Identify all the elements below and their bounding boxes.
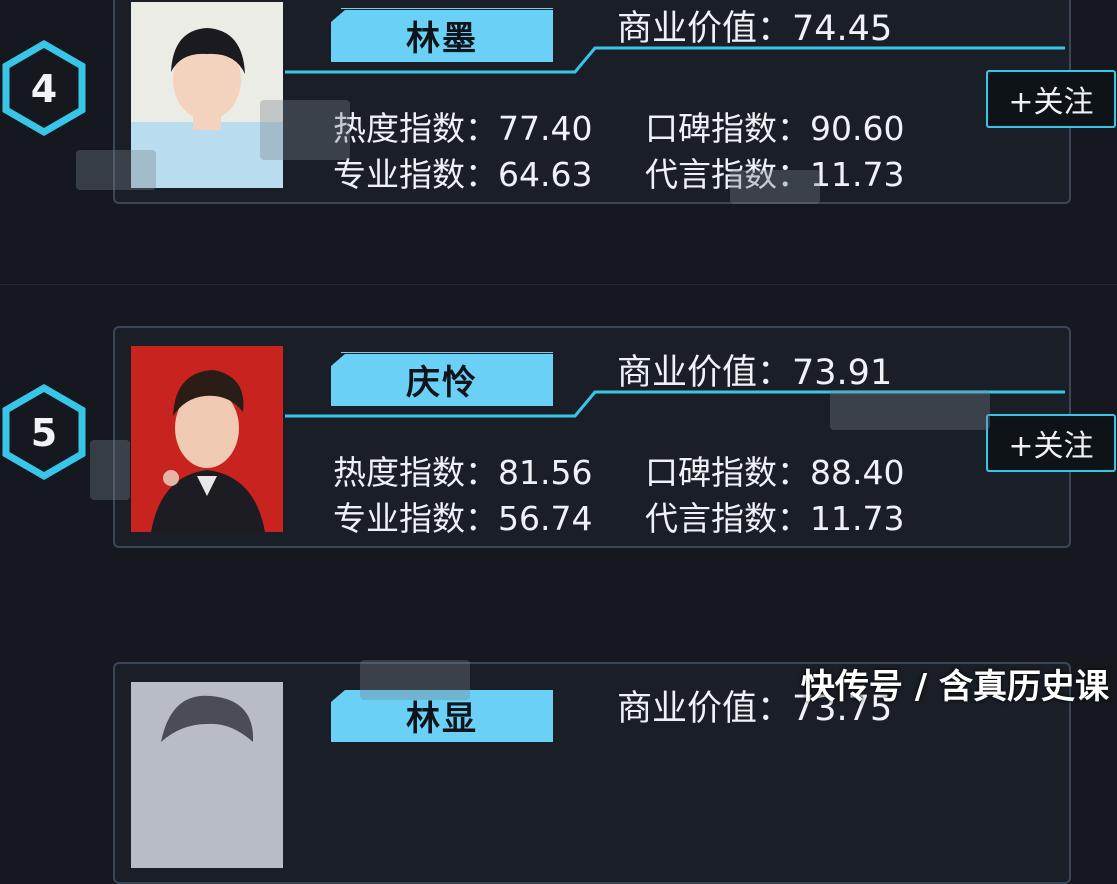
ranking-card-5: 庆怜 商业价值：73.91 热度指数：81.56 口碑指数：88.40 专业指数… (113, 326, 1071, 548)
heat-index: 热度指数：81.56 (333, 453, 593, 492)
reputation-index: 口碑指数：90.60 (645, 109, 905, 148)
avatar (131, 682, 283, 868)
ranking-card-4: 林墨 商业价值：74.45 热度指数：77.40 口碑指数：90.60 专业指数… (113, 0, 1071, 204)
business-value: 商业价值：74.45 (617, 9, 893, 49)
reputation-index: 口碑指数：88.40 (645, 453, 905, 492)
divider (0, 284, 1117, 285)
follow-button[interactable]: +关注 (986, 414, 1116, 472)
rank-badge-4: 4 (0, 38, 90, 142)
watermark: 快传号 / 含真历史课 (800, 667, 1109, 707)
rank-number: 5 (31, 411, 57, 455)
endorsement-index: 代言指数：11.73 (645, 499, 905, 538)
follow-button[interactable]: +关注 (986, 70, 1116, 128)
professional-index: 专业指数：64.63 (333, 155, 593, 194)
mosaic-blur (730, 170, 820, 204)
mosaic-blur (830, 390, 990, 430)
rank-number: 4 (31, 67, 57, 111)
avatar (131, 346, 283, 532)
professional-index: 专业指数：56.74 (333, 499, 593, 538)
mosaic-blur (360, 660, 470, 700)
mosaic-blur (76, 150, 156, 190)
rank-badge-5: 5 (0, 382, 90, 486)
heat-index: 热度指数：77.40 (333, 109, 593, 148)
mosaic-blur (90, 440, 130, 500)
mosaic-blur (260, 100, 350, 160)
business-value: 商业价值：73.91 (617, 353, 893, 393)
